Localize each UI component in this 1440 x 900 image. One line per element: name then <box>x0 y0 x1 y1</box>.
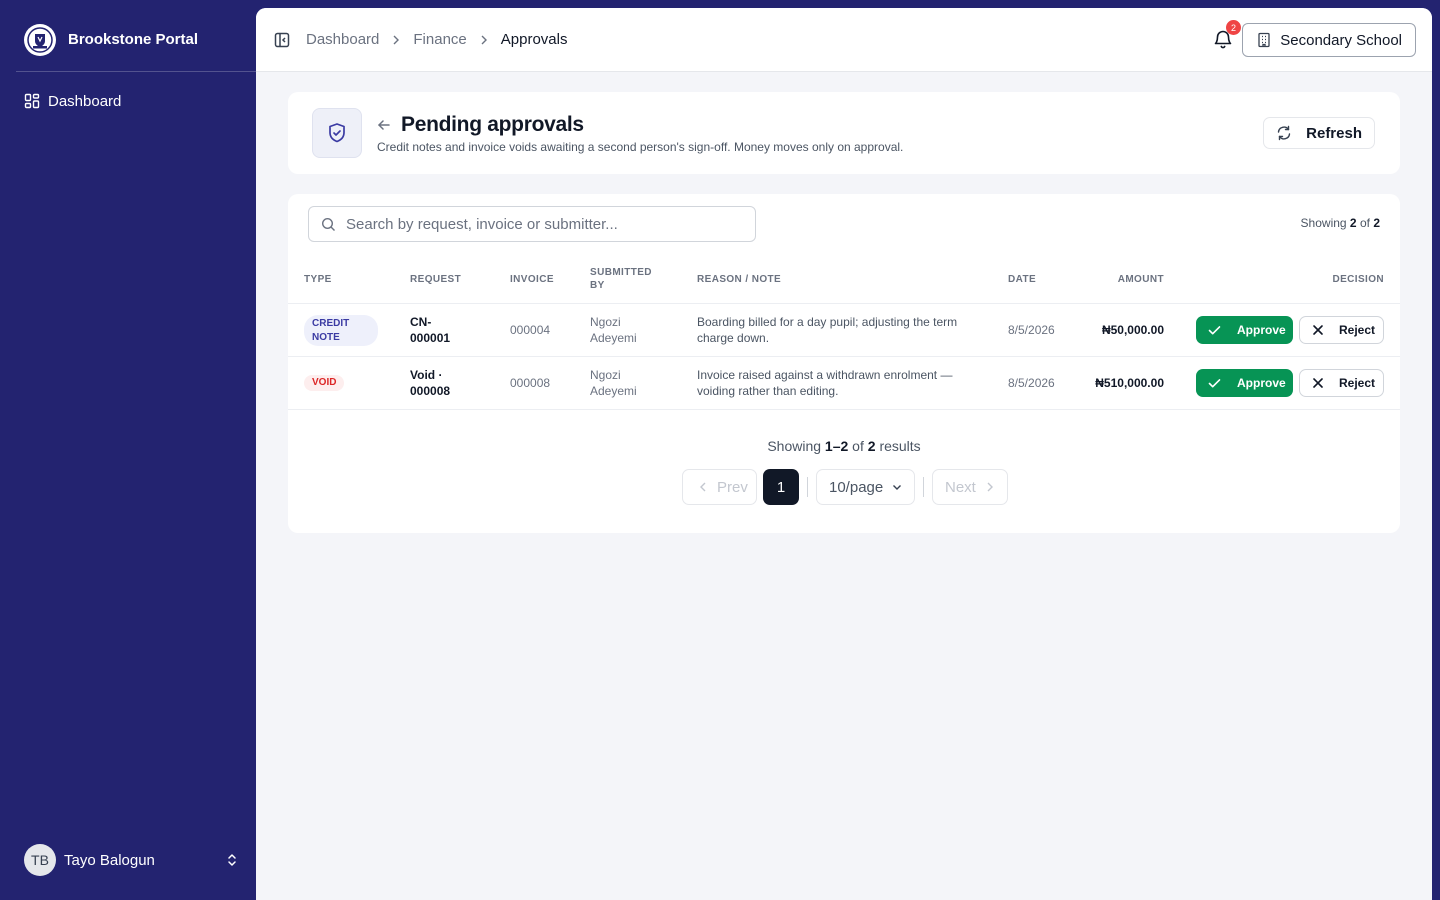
check-icon <box>1207 376 1222 391</box>
breadcrumb: Dashboard Finance Approvals <box>306 31 567 48</box>
page-header-card: Pending approvals Credit notes and invoi… <box>288 92 1400 174</box>
divider <box>807 477 808 497</box>
top-bar: Dashboard Finance Approvals 2 Secondary … <box>256 8 1432 72</box>
search-field <box>308 206 756 242</box>
amount: ₦50,000.00 <box>1101 323 1164 337</box>
reason-note: Invoice raised against a withdrawn enrol… <box>697 368 953 398</box>
breadcrumb-approvals: Approvals <box>500 31 568 48</box>
chevron-down-icon <box>891 481 903 493</box>
page-title: Pending approvals <box>401 113 584 136</box>
date: 8/5/2026 <box>1008 376 1055 390</box>
column-header-decision: Decision <box>1332 274 1384 285</box>
bell-icon <box>1212 30 1234 54</box>
approvals-table-card: Showing 2 of 2 Type Request Invoice Subm… <box>288 194 1400 533</box>
building-icon <box>1256 32 1272 48</box>
brand-name: Brookstone Portal <box>68 31 199 48</box>
reject-button[interactable]: Reject <box>1299 369 1384 397</box>
close-icon <box>1311 323 1325 337</box>
breadcrumb-finance[interactable]: Finance <box>413 31 466 48</box>
school-name: Secondary School <box>1280 31 1402 49</box>
type-badge-void: VOID <box>304 375 345 391</box>
submitted-by: Ngozi Adeyemi <box>590 368 637 398</box>
next-page-button[interactable]: Next <box>932 469 1008 505</box>
user-menu[interactable]: TB Tayo Balogun <box>24 844 240 876</box>
request-id: Void · 000008 <box>410 368 451 398</box>
column-header-submitted-by: Submitted by <box>590 267 652 291</box>
pagination: Prev 1 10/page Next <box>682 469 1008 505</box>
chevron-right-icon <box>379 34 413 46</box>
reject-button[interactable]: Reject <box>1299 316 1384 344</box>
avatar: TB <box>24 844 56 876</box>
sidebar: Brookstone Portal Dashboard TB Tayo Balo… <box>0 0 256 900</box>
invoice-number: 000004 <box>510 323 551 337</box>
date: 8/5/2026 <box>1008 323 1055 337</box>
refresh-button[interactable]: Refresh <box>1263 117 1375 149</box>
school-switcher-button[interactable]: Secondary School <box>1242 23 1416 57</box>
column-header-type: Type <box>304 274 332 285</box>
column-header-request: Request <box>410 274 462 285</box>
results-summary: Showing 1–2 of 2 results <box>767 438 921 454</box>
request-id: CN-000001 <box>410 315 451 345</box>
divider <box>923 477 924 497</box>
school-crest-logo <box>24 23 56 56</box>
reason-note: Boarding billed for a day pupil; adjusti… <box>697 315 958 345</box>
page-subtitle: Credit notes and invoice voids awaiting … <box>377 140 904 154</box>
back-arrow-icon[interactable] <box>376 117 394 135</box>
chevron-left-icon <box>697 481 709 493</box>
notifications-button[interactable]: 2 <box>1212 20 1241 50</box>
column-header-reason: Reason / Note <box>697 274 782 285</box>
table-row: CREDIT NOTE CN-000001 000004 Ngozi Adeye… <box>288 304 1400 357</box>
table-header: Type Request Invoice Submitted by Reason… <box>288 254 1400 304</box>
check-icon <box>1207 323 1222 338</box>
page-number-button[interactable]: 1 <box>763 469 799 505</box>
sidebar-item-label: Dashboard <box>48 92 122 110</box>
type-badge-credit-note: CREDIT NOTE <box>304 315 378 346</box>
refresh-label: Refresh <box>1306 124 1362 142</box>
column-header-date: Date <box>1008 274 1037 285</box>
amount: ₦510,000.00 <box>1095 376 1164 390</box>
main-content: Dashboard Finance Approvals 2 Secondary … <box>256 8 1432 900</box>
refresh-icon <box>1276 125 1292 141</box>
table-row: VOID Void · 000008 000008 Ngozi Adeyemi … <box>288 357 1400 410</box>
prev-page-button[interactable]: Prev <box>682 469 757 505</box>
per-page-select[interactable]: 10/page <box>816 469 915 505</box>
column-header-amount: Amount <box>1117 274 1164 285</box>
submitted-by: Ngozi Adeyemi <box>590 315 637 345</box>
column-header-invoice: Invoice <box>510 274 554 285</box>
dashboard-grid-icon <box>24 93 40 109</box>
search-input[interactable] <box>346 215 746 233</box>
search-icon <box>321 217 336 232</box>
sidebar-toggle-icon[interactable] <box>272 30 292 50</box>
approve-button[interactable]: Approve <box>1196 369 1293 397</box>
notification-count-badge: 2 <box>1226 20 1241 35</box>
chevron-right-icon <box>984 481 996 493</box>
close-icon <box>1311 376 1325 390</box>
shield-check-icon <box>312 108 362 158</box>
chevrons-up-down-icon <box>224 852 240 868</box>
sidebar-item-dashboard[interactable]: Dashboard <box>16 86 240 116</box>
breadcrumb-dashboard[interactable]: Dashboard <box>306 31 379 48</box>
approve-button[interactable]: Approve <box>1196 316 1293 344</box>
chevron-right-icon <box>467 34 501 46</box>
showing-count: Showing 2 of 2 <box>1300 216 1380 230</box>
user-name: Tayo Balogun <box>64 851 155 869</box>
invoice-number: 000008 <box>510 376 551 390</box>
brand-header[interactable]: Brookstone Portal <box>16 8 256 72</box>
